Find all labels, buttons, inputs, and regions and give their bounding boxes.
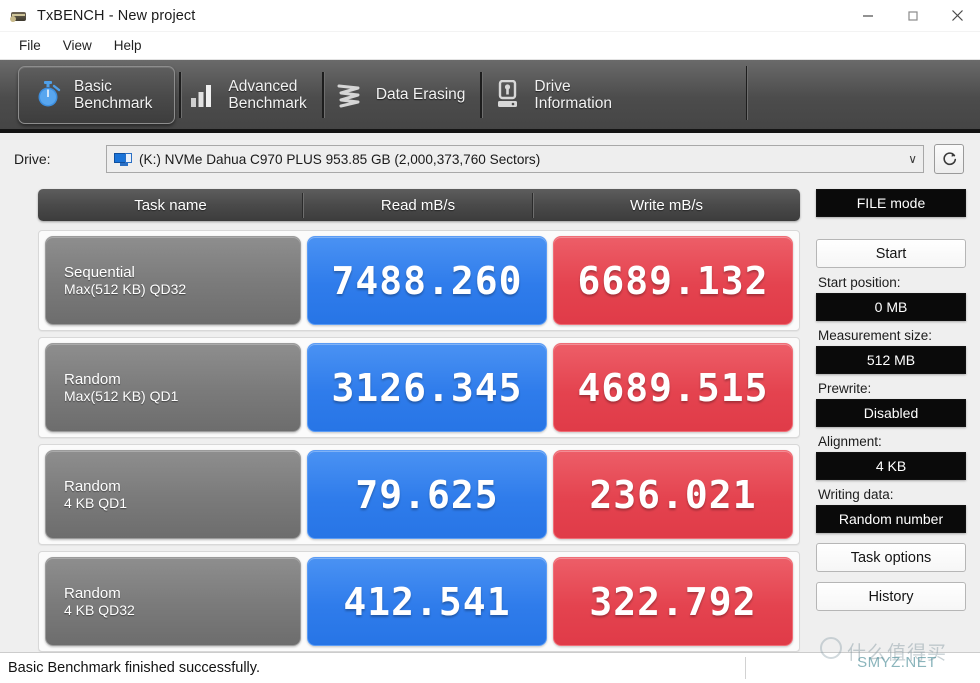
chevron-down-icon[interactable]: ∨ — [898, 152, 917, 166]
task-name-line1: Sequential — [64, 263, 135, 281]
refresh-button[interactable] — [934, 144, 964, 174]
txbench-app-icon — [10, 7, 28, 25]
drive-select[interactable]: (K:) NVMe Dahua C970 PLUS 953.85 GB (2,0… — [106, 145, 924, 173]
zigzag-erase-icon — [335, 79, 365, 111]
tab-data-erasing[interactable]: Data Erasing — [321, 66, 482, 124]
column-header-write: Write mB/s — [532, 192, 800, 218]
tab-advanced-benchmark[interactable]: Advanced Benchmark — [175, 66, 322, 124]
tab-drive-information[interactable]: Drive Information — [480, 66, 628, 124]
results-panel: Task name Read mB/s Write mB/s Sequentia… — [14, 184, 816, 652]
writing-data-label: Writing data: — [818, 487, 894, 502]
writing-data-field[interactable]: Random number — [816, 505, 966, 533]
drive-selected-value: (K:) NVMe Dahua C970 PLUS 953.85 GB (2,0… — [139, 151, 541, 167]
window-title: TxBENCH - New project — [37, 7, 196, 24]
close-button[interactable] — [935, 0, 980, 32]
tab-label-data-erasing: Data Erasing — [375, 86, 466, 104]
file-mode-button[interactable]: FILE mode — [816, 189, 966, 217]
start-position-label: Start position: — [818, 275, 901, 290]
read-value-cell: 412.541 — [307, 557, 547, 646]
measurement-size-field[interactable]: 512 MB — [816, 346, 966, 374]
status-message: Basic Benchmark finished successfully. — [8, 660, 260, 676]
table-row: Sequential Max(512 KB) QD32 7488.260 668… — [38, 230, 800, 331]
task-name-line2: Max(512 KB) QD1 — [64, 388, 179, 405]
tab-label-advanced-benchmark: Advanced Benchmark — [228, 77, 307, 112]
hard-drive-icon — [493, 79, 523, 111]
menu-bar: File View Help — [0, 32, 980, 60]
menu-item-help[interactable]: Help — [103, 35, 153, 56]
history-button[interactable]: History — [816, 582, 966, 611]
column-header-read: Read mB/s — [302, 192, 533, 218]
task-name-line2: 4 KB QD32 — [64, 602, 135, 619]
task-options-button[interactable]: Task options — [816, 543, 966, 572]
tab-divider-end — [746, 66, 748, 120]
window-controls — [845, 0, 980, 32]
table-row: Random Max(512 KB) QD1 3126.345 4689.515 — [38, 337, 800, 438]
status-divider — [745, 657, 746, 679]
txbench-window: TxBENCH - New project File View Help Bas… — [0, 0, 980, 683]
write-value-cell: 236.021 — [553, 450, 793, 539]
task-name-line2: Max(512 KB) QD32 — [64, 281, 187, 298]
drive-selector-row: Drive: (K:) NVMe Dahua C970 PLUS 953.85 … — [0, 133, 980, 184]
menu-item-file[interactable]: File — [8, 35, 52, 56]
table-row: Random 4 KB QD1 79.625 236.021 — [38, 444, 800, 545]
refresh-icon — [942, 151, 956, 165]
main-content: Drive: (K:) NVMe Dahua C970 PLUS 953.85 … — [0, 133, 980, 652]
task-name-line1: Random — [64, 370, 121, 388]
task-name-cell: Sequential Max(512 KB) QD32 — [45, 236, 301, 325]
write-value-cell: 322.792 — [553, 557, 793, 646]
task-name-cell: Random Max(512 KB) QD1 — [45, 343, 301, 432]
measurement-size-label: Measurement size: — [818, 328, 933, 343]
menu-item-view[interactable]: View — [52, 35, 103, 56]
prewrite-label: Prewrite: — [818, 381, 872, 396]
alignment-field[interactable]: 4 KB — [816, 452, 966, 480]
status-bar: Basic Benchmark finished successfully. — [0, 652, 980, 683]
bar-chart-icon — [187, 79, 217, 111]
tab-label-basic-benchmark: Basic Benchmark — [74, 77, 153, 112]
task-name-line2: 4 KB QD1 — [64, 495, 128, 512]
table-header-row: Task name Read mB/s Write mB/s — [38, 189, 800, 221]
tab-label-drive-information: Drive Information — [534, 77, 612, 112]
results-rows: Sequential Max(512 KB) QD32 7488.260 668… — [14, 230, 804, 652]
write-value-cell: 4689.515 — [553, 343, 793, 432]
drive-label: Drive: — [14, 151, 51, 167]
task-name-line1: Random — [64, 584, 121, 602]
column-header-task-name: Task name — [134, 196, 207, 214]
maximize-button[interactable] — [890, 0, 935, 32]
start-position-field[interactable]: 0 MB — [816, 293, 966, 321]
read-value-cell: 79.625 — [307, 450, 547, 539]
network-drive-icon — [114, 152, 133, 167]
read-value-cell: 3126.345 — [307, 343, 547, 432]
read-value-cell: 7488.260 — [307, 236, 547, 325]
start-button[interactable]: Start — [816, 239, 966, 268]
minimize-button[interactable] — [845, 0, 890, 32]
tab-basic-benchmark[interactable]: Basic Benchmark — [18, 66, 176, 124]
alignment-label: Alignment: — [818, 434, 882, 449]
stopwatch-icon — [33, 79, 63, 111]
task-name-line1: Random — [64, 477, 121, 495]
task-name-cell: Random 4 KB QD1 — [45, 450, 301, 539]
prewrite-field[interactable]: Disabled — [816, 399, 966, 427]
write-value-cell: 6689.132 — [553, 236, 793, 325]
tab-strip: Basic Benchmark Advanced Benchmark Data … — [0, 60, 980, 133]
table-row: Random 4 KB QD32 412.541 322.792 — [38, 551, 800, 652]
benchmark-split: Task name Read mB/s Write mB/s Sequentia… — [0, 184, 980, 652]
title-bar: TxBENCH - New project — [0, 0, 980, 32]
options-sidebar: FILE mode Start Start position: 0 MB Mea… — [816, 184, 966, 652]
task-name-cell: Random 4 KB QD32 — [45, 557, 301, 646]
